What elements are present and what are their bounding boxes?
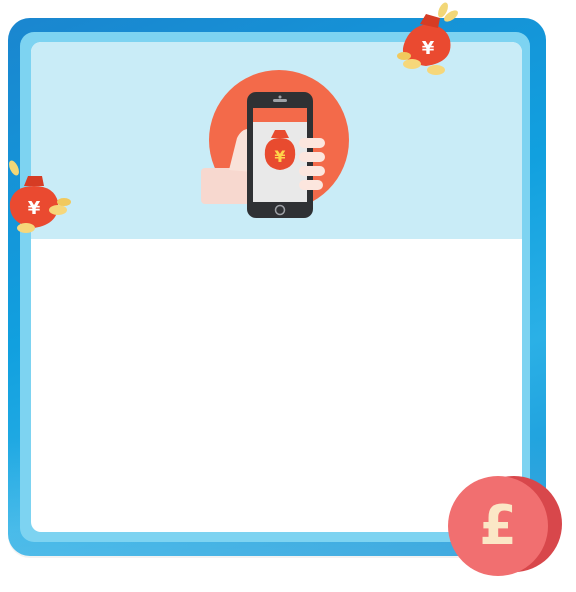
money-bag-glyph: ¥ [422,38,435,59]
money-bag-icon: ¥ [397,2,458,75]
phone-money-bag-icon: ¥ [201,70,349,218]
pound-coin-icon: £ [448,476,562,576]
money-bag-icon: ¥ [9,160,71,233]
hero-currency-glyph: ¥ [274,147,285,166]
modal-content-card: ¥ [31,42,522,532]
money-bag-glyph: ¥ [28,198,41,219]
pound-coin-glyph: £ [479,494,517,557]
